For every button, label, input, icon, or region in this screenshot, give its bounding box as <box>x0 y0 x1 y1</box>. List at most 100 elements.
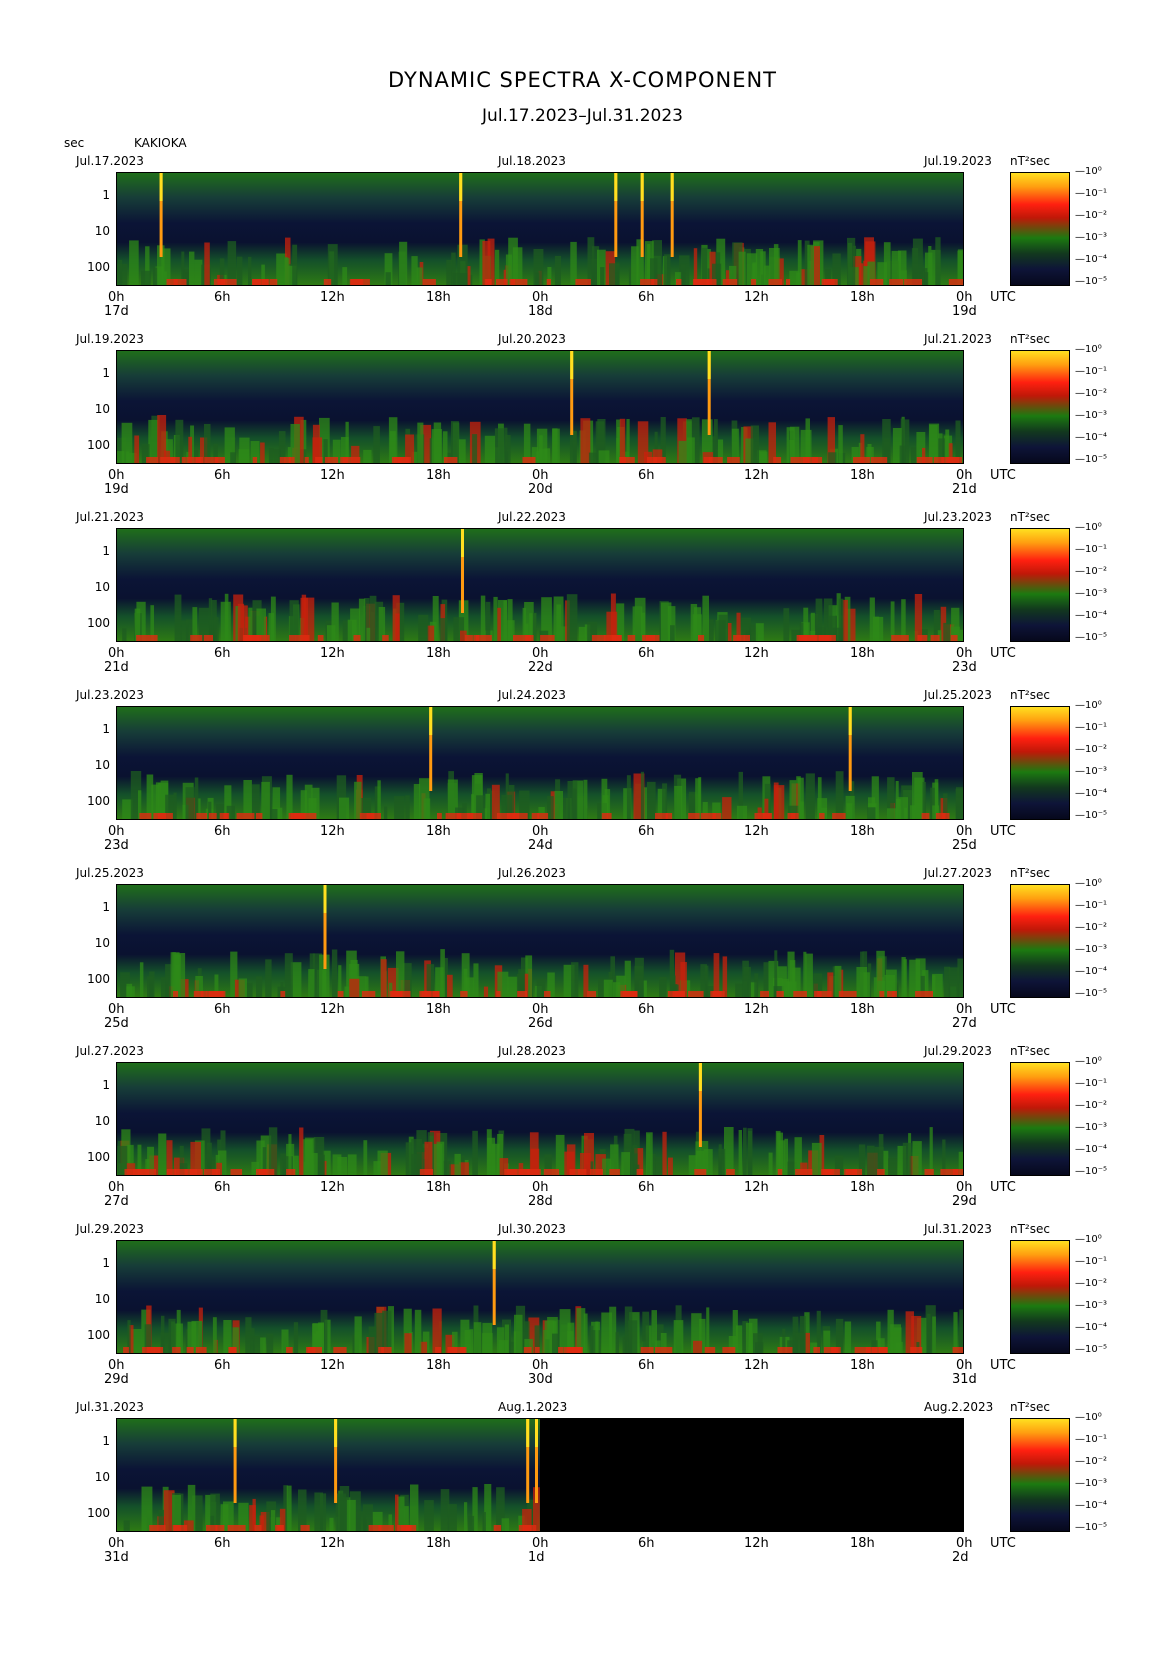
day-label: 18d <box>528 304 553 319</box>
panel-date-left: Jul.21.2023 <box>76 510 144 524</box>
spectral-spike-peak <box>614 173 618 201</box>
spectrogram-plot <box>116 1418 964 1532</box>
y-tick-label: 10 <box>94 224 110 238</box>
y-tick-label: 1 <box>102 1256 110 1270</box>
utc-label: UTC <box>990 1180 1016 1195</box>
x-tick-label: 6h <box>214 1002 231 1017</box>
spectral-spike-peak <box>526 1419 530 1447</box>
y-tick-label: 100 <box>87 616 110 630</box>
y-tick-label: 10 <box>94 580 110 594</box>
day-label: 23d <box>104 838 129 853</box>
colorbar <box>1010 1240 1070 1354</box>
colorbar-tick-label: —10⁻¹ <box>1075 544 1108 555</box>
chart-subtitle: Jul.17.2023–Jul.31.2023 <box>482 106 683 126</box>
x-tick-label: 0h <box>108 646 125 661</box>
day-label: 22d <box>528 660 553 675</box>
colorbar-unit: nT²sec <box>1010 866 1050 880</box>
x-tick-label: 12h <box>744 1536 769 1551</box>
utc-label: UTC <box>990 1358 1016 1373</box>
day-label: 31d <box>952 1372 977 1387</box>
colorbar-tick-label: —10⁰ <box>1075 1056 1102 1067</box>
colorbar-tick-label: —10⁻⁴ <box>1075 788 1108 799</box>
colorbar <box>1010 884 1070 998</box>
day-label: 20d <box>528 482 553 497</box>
day-label: 24d <box>528 838 553 853</box>
colorbar-tick-label: —10⁻¹ <box>1075 1256 1108 1267</box>
spectrogram-plot <box>116 1240 964 1354</box>
colorbar-tick-label: —10⁻² <box>1075 922 1108 933</box>
x-tick-label: 12h <box>320 1002 345 1017</box>
spectral-spike-peak <box>233 1419 237 1447</box>
x-tick-label: 0h <box>956 1180 973 1195</box>
colorbar-tick-label: —10⁻⁵ <box>1075 1522 1108 1533</box>
x-tick-label: 0h <box>532 1180 549 1195</box>
colorbar-tick-label: —10⁻³ <box>1075 944 1108 955</box>
utc-label: UTC <box>990 1536 1016 1551</box>
y-tick-label: 100 <box>87 1150 110 1164</box>
y-tick-label: 1 <box>102 1434 110 1448</box>
colorbar-tick-label: —10⁻⁴ <box>1075 1322 1108 1333</box>
day-label: 25d <box>104 1016 129 1031</box>
spectral-spike-peak <box>429 707 433 735</box>
x-tick-label: 18h <box>850 1536 875 1551</box>
chart-title: DYNAMIC SPECTRA X-COMPONENT <box>387 68 778 92</box>
x-tick-label: 6h <box>214 468 231 483</box>
x-tick-label: 18h <box>426 646 451 661</box>
colorbar-unit: nT²sec <box>1010 510 1050 524</box>
colorbar-tick-label: —10⁻¹ <box>1075 900 1108 911</box>
y-tick-label: 10 <box>94 1114 110 1128</box>
colorbar-unit: nT²sec <box>1010 1044 1050 1058</box>
colorbar-tick-label: —10⁻⁵ <box>1075 276 1108 287</box>
spectral-spike-peak <box>698 1063 702 1091</box>
day-label: 26d <box>528 1016 553 1031</box>
panel-date-mid: Aug.1.2023 <box>498 1400 568 1414</box>
colorbar-tick-label: —10⁻⁵ <box>1075 632 1108 643</box>
x-tick-label: 0h <box>532 1536 549 1551</box>
x-tick-label: 18h <box>850 468 875 483</box>
colorbar-tick-label: —10⁻² <box>1075 388 1108 399</box>
spectrogram-image <box>117 1063 963 1175</box>
x-tick-label: 18h <box>426 1002 451 1017</box>
day-label: 29d <box>952 1194 977 1209</box>
y-tick-label: 1 <box>102 722 110 736</box>
colorbar-tick-label: —10⁰ <box>1075 166 1102 177</box>
colorbar-tick-label: —10⁻³ <box>1075 766 1108 777</box>
x-tick-label: 0h <box>956 1536 973 1551</box>
colorbar-tick-label: —10⁻⁴ <box>1075 1144 1108 1155</box>
day-label: 23d <box>952 660 977 675</box>
y-tick-label: 1 <box>102 188 110 202</box>
x-tick-label: 0h <box>956 468 973 483</box>
utc-label: UTC <box>990 468 1016 483</box>
panel-date-left: Jul.31.2023 <box>76 1400 144 1414</box>
panel-date-mid: Jul.26.2023 <box>498 866 566 880</box>
x-tick-label: 18h <box>850 1180 875 1195</box>
colorbar-tick-label: —10⁻¹ <box>1075 722 1108 733</box>
day-label: 29d <box>104 1372 129 1387</box>
colorbar-tick-label: —10⁰ <box>1075 700 1102 711</box>
colorbar <box>1010 1062 1070 1176</box>
panel-date-right: Jul.21.2023 <box>924 332 992 346</box>
x-tick-label: 0h <box>108 290 125 305</box>
colorbar-tick-label: —10⁻⁴ <box>1075 1500 1108 1511</box>
colorbar-tick-label: —10⁻¹ <box>1075 188 1108 199</box>
spectrogram-plot <box>116 884 964 998</box>
panel-date-right: Jul.25.2023 <box>924 688 992 702</box>
colorbar-tick-label: —10⁰ <box>1075 522 1102 533</box>
x-tick-label: 12h <box>320 1536 345 1551</box>
colorbar-tick-label: —10⁻¹ <box>1075 1078 1108 1089</box>
x-tick-label: 6h <box>638 290 655 305</box>
y-tick-label: 1 <box>102 366 110 380</box>
x-tick-label: 0h <box>108 1002 125 1017</box>
colorbar-tick-label: —10⁻³ <box>1075 588 1108 599</box>
colorbar-tick-label: —10⁻⁵ <box>1075 810 1108 821</box>
x-tick-label: 18h <box>426 1536 451 1551</box>
x-tick-label: 0h <box>532 1358 549 1373</box>
x-tick-label: 18h <box>850 1002 875 1017</box>
colorbar-tick-label: —10⁻³ <box>1075 1300 1108 1311</box>
x-tick-label: 18h <box>850 1358 875 1373</box>
x-tick-label: 6h <box>214 1358 231 1373</box>
x-tick-label: 18h <box>426 1358 451 1373</box>
spectral-spike-peak <box>848 707 852 735</box>
spectrogram-image <box>117 173 963 285</box>
panel-date-mid: Jul.20.2023 <box>498 332 566 346</box>
